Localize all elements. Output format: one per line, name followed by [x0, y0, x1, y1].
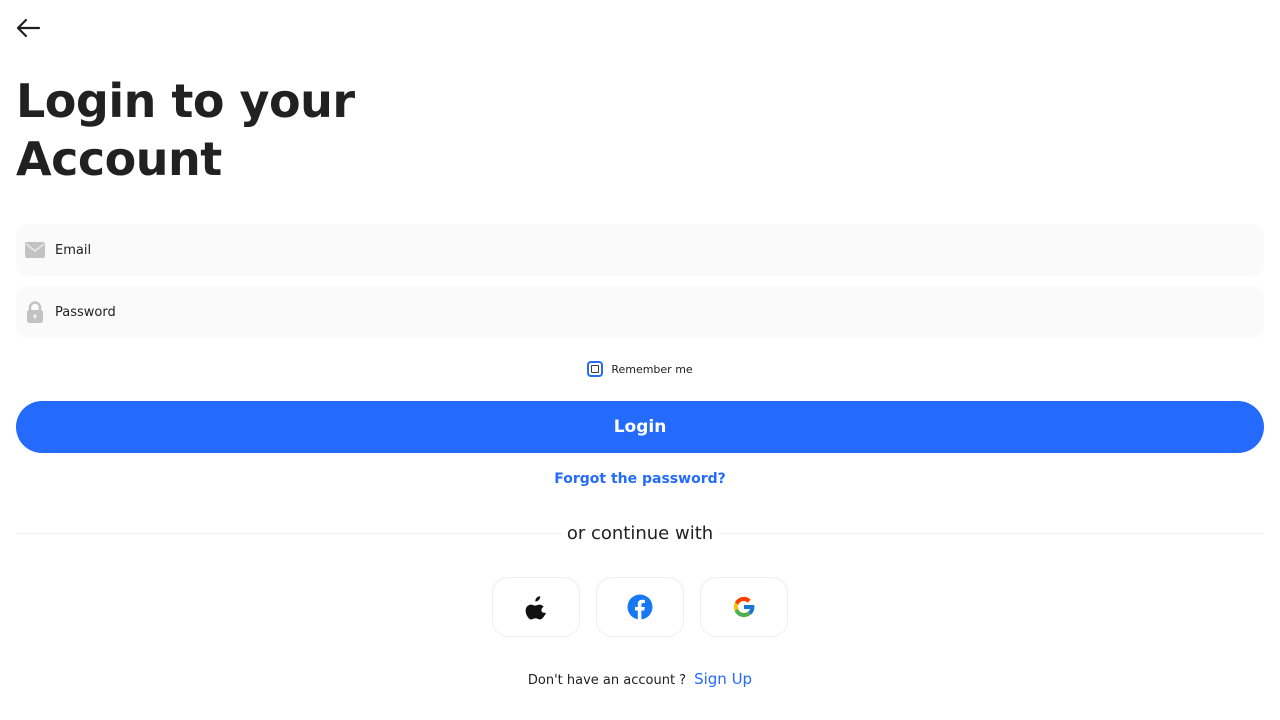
lock-icon	[25, 301, 45, 323]
email-field-container[interactable]	[16, 224, 1264, 276]
google-icon	[733, 596, 755, 618]
remember-me-row: Remember me	[0, 361, 1280, 377]
remember-me-label[interactable]: Remember me	[611, 363, 692, 376]
facebook-login-button[interactable]	[596, 577, 684, 637]
apple-icon	[525, 596, 547, 620]
forgot-password-row: Forgot the password?	[0, 471, 1280, 487]
signup-row: Don't have an account ? Sign Up	[0, 670, 1280, 688]
envelope-icon	[25, 240, 45, 260]
divider-label: or continue with	[562, 522, 718, 546]
page-title: Login to your Account	[16, 72, 436, 188]
google-login-button[interactable]	[700, 577, 788, 637]
signup-link[interactable]: Sign Up	[694, 670, 752, 688]
login-screen: Login to your Account Remember me Lo	[0, 0, 1280, 720]
password-field[interactable]	[55, 292, 1235, 332]
checkbox-inner-square	[591, 365, 600, 373]
social-login-row	[492, 577, 788, 637]
login-button[interactable]: Login	[16, 401, 1264, 453]
social-divider: or continue with	[16, 522, 1264, 546]
apple-login-button[interactable]	[492, 577, 580, 637]
remember-me-checkbox[interactable]	[587, 361, 604, 377]
email-field[interactable]	[55, 230, 1235, 270]
forgot-password-link[interactable]: Forgot the password?	[554, 471, 726, 487]
signup-prompt: Don't have an account ?	[527, 673, 687, 688]
page-title-line2: Account	[16, 132, 222, 186]
page-title-line1: Login to your	[16, 74, 355, 128]
back-button[interactable]	[14, 16, 42, 40]
facebook-icon	[627, 594, 653, 620]
arrow-left-icon	[16, 18, 41, 38]
password-field-container[interactable]	[16, 286, 1264, 338]
